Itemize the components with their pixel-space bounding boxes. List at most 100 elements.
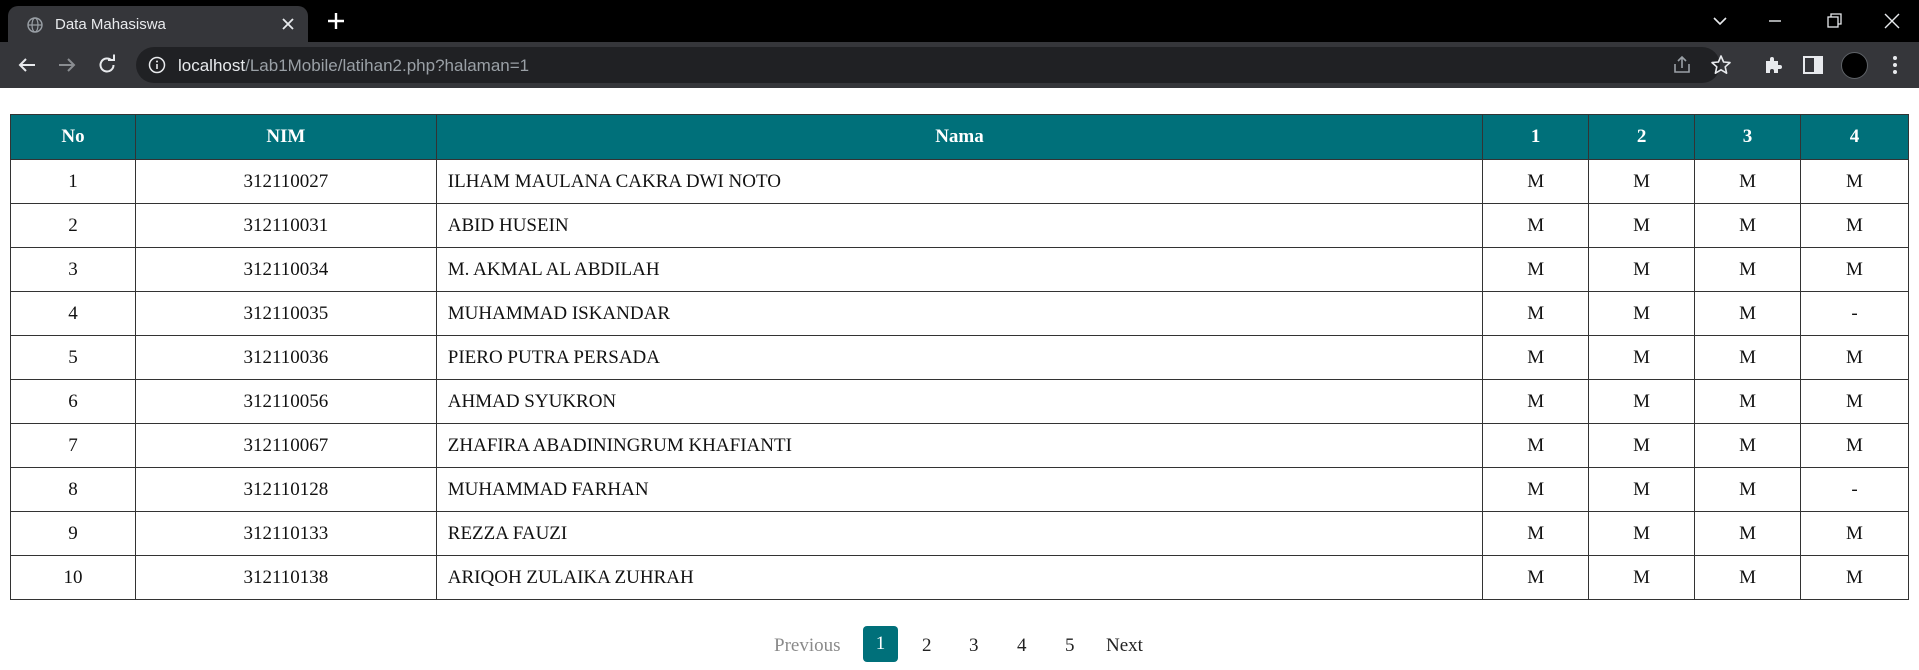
table-row: 6 312110056 AHMAD SYUKRON M M M M <box>10 379 1909 424</box>
cell-nim: 312110034 <box>134 247 437 292</box>
cell-meeting-3: M <box>1694 159 1802 204</box>
back-icon[interactable] <box>15 53 39 77</box>
cell-meeting-3: M <box>1694 511 1802 556</box>
cell-meeting-2: M <box>1588 247 1696 292</box>
table-row: 3 312110034 M. AKMAL AL ABDILAH M M M M <box>10 247 1909 292</box>
pagination: Previous 1 2 3 4 5 Next <box>0 626 1919 664</box>
pagination-page-4[interactable]: 4 <box>1017 635 1027 657</box>
cell-meeting-2: M <box>1588 423 1696 468</box>
cell-meeting-2: M <box>1588 379 1696 424</box>
table-row: 5 312110036 PIERO PUTRA PERSADA M M M M <box>10 335 1909 380</box>
header-meeting-1: 1 <box>1482 114 1590 160</box>
cell-meeting-3: M <box>1694 335 1802 380</box>
table-row: 4 312110035 MUHAMMAD ISKANDAR M M M - <box>10 291 1909 336</box>
bookmark-star-icon[interactable] <box>1710 54 1732 76</box>
cell-meeting-1: M <box>1482 203 1590 248</box>
cell-nama: MUHAMMAD ISKANDAR <box>435 291 1484 336</box>
globe-icon <box>27 17 43 33</box>
cell-meeting-2: M <box>1588 335 1696 380</box>
cell-nama: PIERO PUTRA PERSADA <box>435 335 1484 380</box>
pagination-page-1[interactable]: 1 <box>863 626 898 662</box>
cell-meeting-2: M <box>1588 555 1696 600</box>
cell-no: 4 <box>10 291 136 336</box>
cell-meeting-2: M <box>1588 467 1696 512</box>
cell-meeting-4: - <box>1800 291 1909 336</box>
profile-avatar[interactable] <box>1841 52 1868 79</box>
cell-no: 6 <box>10 379 136 424</box>
cell-meeting-1: M <box>1482 247 1590 292</box>
cell-meeting-4: M <box>1800 335 1909 380</box>
cell-no: 2 <box>10 203 136 248</box>
cell-nama: ABID HUSEIN <box>435 203 1484 248</box>
cell-nim: 312110036 <box>134 335 437 380</box>
cell-no: 1 <box>10 159 136 204</box>
cell-nama: ILHAM MAULANA CAKRA DWI NOTO <box>435 159 1484 204</box>
cell-meeting-4: M <box>1800 423 1909 468</box>
cell-meeting-2: M <box>1588 511 1696 556</box>
restore-icon[interactable] <box>1822 9 1846 33</box>
close-tab-icon[interactable] <box>280 16 296 32</box>
extensions-puzzle-icon[interactable] <box>1761 53 1785 77</box>
cell-meeting-1: M <box>1482 335 1590 380</box>
cell-meeting-1: M <box>1482 379 1590 424</box>
cell-meeting-4: M <box>1800 555 1909 600</box>
cell-meeting-3: M <box>1694 423 1802 468</box>
pagination-next[interactable]: Next <box>1106 635 1143 657</box>
cell-no: 5 <box>10 335 136 380</box>
header-meeting-4: 4 <box>1800 114 1909 160</box>
table-row: 7 312110067 ZHAFIRA ABADININGRUM KHAFIAN… <box>10 423 1909 468</box>
share-icon[interactable] <box>1671 54 1693 76</box>
url-text[interactable]: localhost/Lab1Mobile/latihan2.php?halama… <box>178 56 529 76</box>
pagination-page-3[interactable]: 3 <box>969 635 979 657</box>
cell-meeting-3: M <box>1694 203 1802 248</box>
cell-meeting-1: M <box>1482 555 1590 600</box>
cell-meeting-1: M <box>1482 511 1590 556</box>
pagination-previous: Previous <box>774 635 841 656</box>
cell-meeting-4: M <box>1800 159 1909 204</box>
tab-title: Data Mahasiswa <box>55 16 166 33</box>
table-header-row: No NIM Nama 1 2 3 4 <box>10 114 1909 160</box>
cell-meeting-1: M <box>1482 291 1590 336</box>
cell-meeting-2: M <box>1588 291 1696 336</box>
cell-nim: 312110035 <box>134 291 437 336</box>
cell-nim: 312110133 <box>134 511 437 556</box>
cell-meeting-4: M <box>1800 203 1909 248</box>
pagination-page-5[interactable]: 5 <box>1065 635 1075 657</box>
minimize-icon[interactable] <box>1763 9 1787 33</box>
address-bar[interactable]: localhost/Lab1Mobile/latihan2.php?halama… <box>136 47 1731 83</box>
site-info-icon[interactable] <box>148 56 166 74</box>
cell-nim: 312110128 <box>134 467 437 512</box>
cell-nama: ZHAFIRA ABADININGRUM KHAFIANTI <box>435 423 1484 468</box>
forward-icon[interactable] <box>55 53 79 77</box>
table-row: 1 312110027 ILHAM MAULANA CAKRA DWI NOTO… <box>10 159 1909 204</box>
tab-search-chevron-icon[interactable] <box>1708 9 1732 33</box>
browser-tab[interactable]: Data Mahasiswa <box>8 6 308 42</box>
url-path: /Lab1Mobile/latihan2.php?halaman=1 <box>245 56 530 75</box>
cell-nim: 312110067 <box>134 423 437 468</box>
reload-icon[interactable] <box>95 53 119 77</box>
side-panel-icon[interactable] <box>1801 53 1825 77</box>
cell-meeting-4: - <box>1800 467 1909 512</box>
table-row: 8 312110128 MUHAMMAD FARHAN M M M - <box>10 467 1909 512</box>
cell-nim: 312110138 <box>134 555 437 600</box>
menu-kebab-icon[interactable] <box>1883 53 1907 77</box>
header-meeting-3: 3 <box>1694 114 1802 160</box>
cell-meeting-3: M <box>1694 555 1802 600</box>
pagination-page-2[interactable]: 2 <box>922 635 932 657</box>
cell-no: 3 <box>10 247 136 292</box>
header-meeting-2: 2 <box>1588 114 1696 160</box>
close-window-icon[interactable] <box>1880 9 1904 33</box>
new-tab-icon[interactable] <box>326 11 346 31</box>
cell-no: 7 <box>10 423 136 468</box>
cell-no: 8 <box>10 467 136 512</box>
header-no: No <box>10 114 136 160</box>
cell-no: 9 <box>10 511 136 556</box>
cell-meeting-2: M <box>1588 203 1696 248</box>
browser-toolbar: localhost/Lab1Mobile/latihan2.php?halama… <box>0 42 1919 88</box>
cell-nim: 312110031 <box>134 203 437 248</box>
cell-meeting-3: M <box>1694 467 1802 512</box>
cell-nama: M. AKMAL AL ABDILAH <box>435 247 1484 292</box>
cell-nim: 312110056 <box>134 379 437 424</box>
cell-no: 10 <box>10 555 136 600</box>
cell-nama: ARIQOH ZULAIKA ZUHRAH <box>435 555 1484 600</box>
